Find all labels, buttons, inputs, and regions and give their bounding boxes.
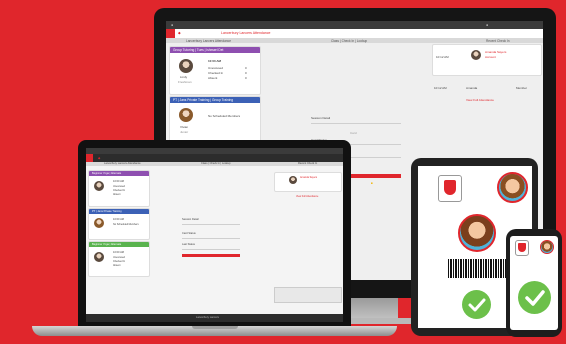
student-avatar [94,218,104,228]
recent-name[interactable]: Amanda Sayers [485,50,506,54]
class-card-title: Group Tutoring | Tues | Ishmael Det [170,47,260,53]
recent-column-header: Recent Check In [486,38,510,43]
recent-name[interactable]: Amanda Sayers [300,176,317,179]
row-time: 10:12 AM [434,86,447,90]
checkin-column-header: Class | Check In | Lookup [331,38,368,43]
app-footer: Lancerbury Lancers [86,314,343,322]
option-unexcused[interactable]: Unexcused [208,66,223,70]
checkin-button[interactable] [182,254,240,257]
student-name: Vivian [180,125,189,129]
form-label: Last Status [182,243,195,246]
student-name: Lindy [180,75,188,79]
form-field[interactable] [182,238,240,239]
class-card-title: Beginner Yoga | Alternate [89,171,149,176]
os-tab[interactable]: ● [171,23,173,27]
form-label: Card Status [182,232,196,235]
option-checked-in[interactable]: Checked In [113,260,125,263]
shield-icon [518,243,526,252]
footer-text: Lancerbury Lancers [196,316,219,319]
school-logo-icon [438,175,462,202]
option-checked-in[interactable]: Checked In [208,71,223,75]
checkmark-icon [462,290,491,319]
phone-screen [510,236,558,330]
checkmark-icon [518,281,551,314]
recent-time: 10:12 AM [436,55,449,59]
class-card[interactable]: Group Tutoring | Tues | Ishmael Det Lind… [169,46,261,95]
recent-checkin-panel: 10:12 AM Amanda Sayers Account [432,44,542,76]
classes-column-header: Lancerbury Lancers Attendance [104,162,141,165]
option-absent[interactable]: Absent [113,193,120,196]
os-clock: ● [486,23,489,27]
os-taskbar: ● ● [166,21,543,29]
student-sub: Freshman [178,80,192,84]
view-full-attendance-link[interactable]: View Full Attendance [466,98,494,102]
class-time: 10:00 AM [113,218,124,221]
recent-checkin-panel: Amanda Sayers [274,172,342,192]
class-time: 10:00 AM [113,251,124,254]
row-label: Amanda [466,86,478,90]
user-avatar-icon [497,172,528,203]
class-time: 10:00 AM [208,59,222,63]
recent-account-link[interactable]: Account [485,55,496,59]
user-avatar-icon [540,240,554,254]
recent-column-header: Recent Check In [298,162,318,165]
no-members-note: No Scheduled Members [113,223,139,226]
classes-column-header: Lancerbury Lancers Attendance [186,38,232,43]
barcode-icon [448,259,506,278]
hamburger-menu-icon[interactable] [166,29,175,38]
hamburger-menu-icon[interactable] [86,154,93,162]
student-avatar-icon [458,214,496,252]
form-field[interactable] [311,123,401,124]
student-avatar [94,181,104,191]
app-logo-icon: ◆ [98,156,101,160]
recent-avatar [289,176,297,184]
row-status: Member [516,86,528,90]
stats-panel [274,287,342,303]
option-absent[interactable]: Absent [113,264,120,267]
option-unexcused[interactable]: Unexcused [113,185,125,188]
class-card-title: Beginner Yoga | Alternate [89,242,149,247]
option-absent[interactable]: Absent [208,76,217,80]
app-header: ◆ [86,154,343,162]
student-avatar [94,252,104,262]
count-absent: 0 [245,76,247,80]
class-card[interactable]: Beginner Yoga | Alternate 10:00 AM Unexc… [88,170,150,207]
checkin-column-header: Class | Check In | Lookup [201,162,231,165]
form-field[interactable] [182,224,240,225]
legend-dot-icon: ■ [371,181,373,185]
school-logo-icon [515,240,529,256]
count-unexcused: 0 [245,66,247,70]
form-field[interactable] [182,249,240,250]
student-sub: Junior [180,130,189,134]
form-label: Session Detail [182,218,199,221]
view-full-attendance-link[interactable]: View Full Attendance [296,195,318,198]
student-avatar [179,59,193,73]
laptop-screen: ◆ Lancerbury Lancers Attendance Class | … [86,148,343,322]
student-avatar [179,108,193,122]
class-card-title: PT | Jans Private Training [89,209,149,214]
class-time: 10:00 AM [113,180,124,183]
app-logo-icon: ◆ [178,31,181,35]
app-title: Lancerbury Lancers Attendance [221,31,271,35]
count-checked-in: 0 [245,71,247,75]
class-card[interactable]: Beginner Yoga | Alternate 10:00 AM Unexc… [88,241,150,277]
class-card[interactable]: PT | Jans Private Training 10:00 AM No S… [88,208,150,240]
class-card-title: PT | Jans Private Training | Group Train… [170,97,260,103]
option-checked-in[interactable]: Checked In [113,189,125,192]
no-members-note: No Scheduled Members [208,114,241,118]
laptop-notch [192,326,238,329]
shield-icon [444,180,456,195]
form-label: Session Detail [311,116,331,120]
sub-header: Lancerbury Lancers Attendance Class | Ch… [86,162,343,166]
option-unexcused[interactable]: Unexcused [113,256,125,259]
recent-avatar [471,50,481,60]
form-placeholder: Card [350,131,357,135]
